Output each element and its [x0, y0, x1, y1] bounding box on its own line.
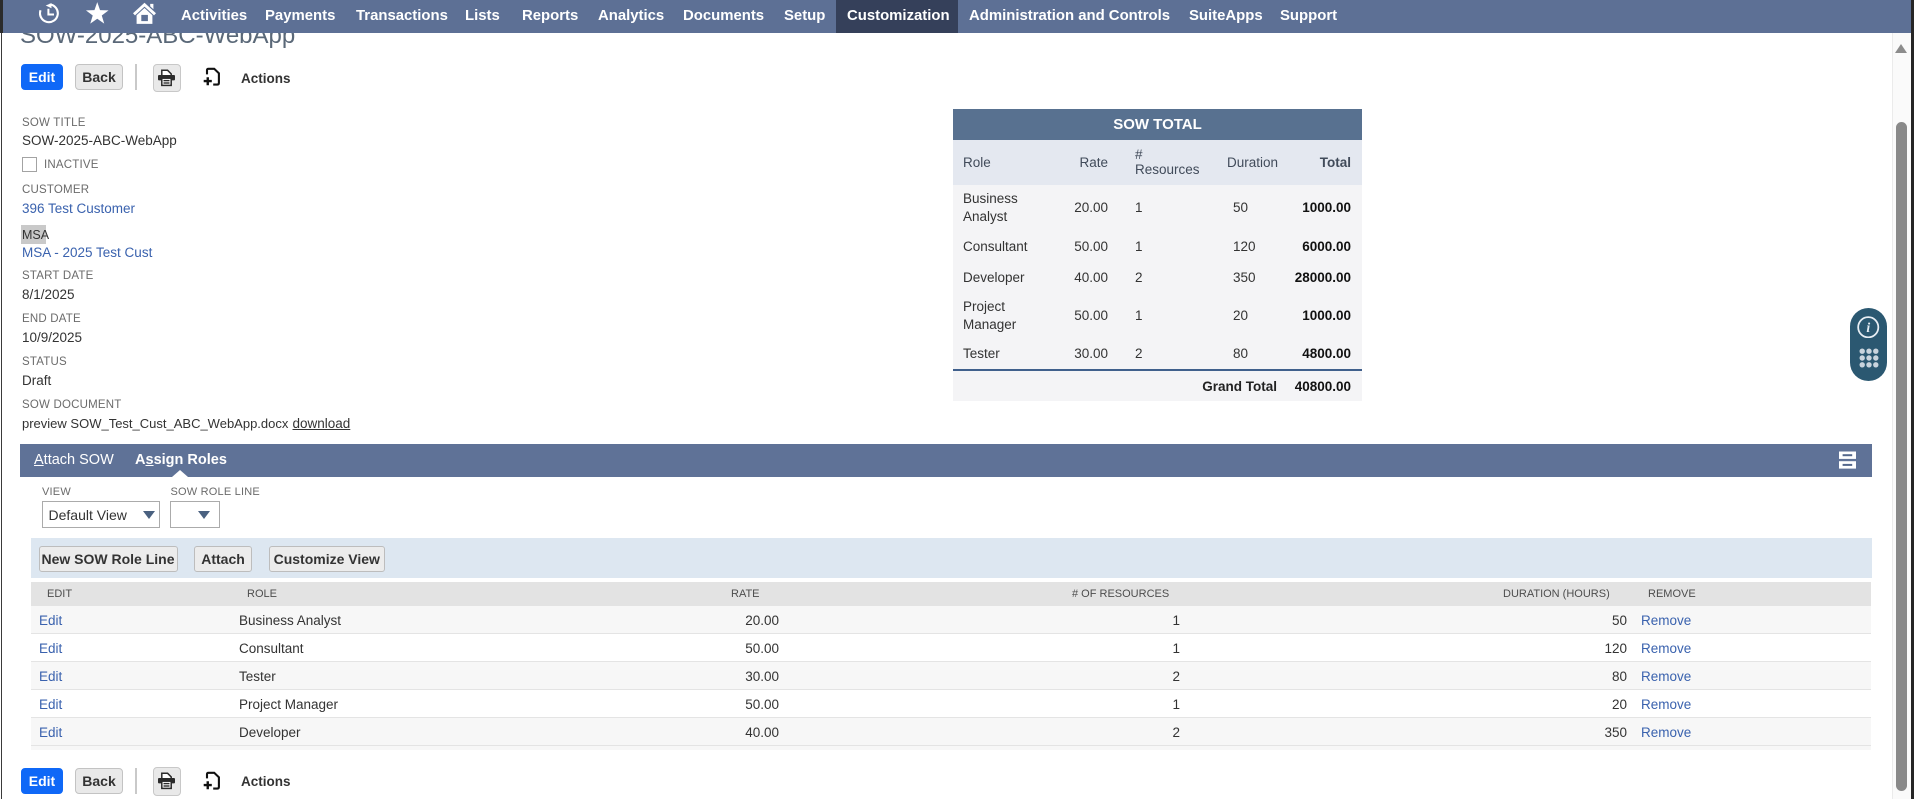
svg-text:i: i	[1866, 320, 1870, 335]
